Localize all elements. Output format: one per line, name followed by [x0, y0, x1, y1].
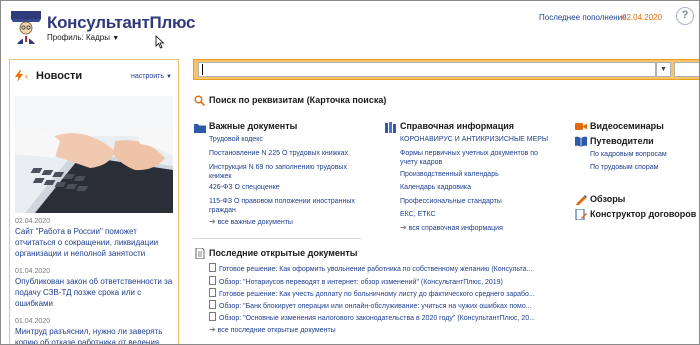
recent-doc-label: Обзор: "Нотариусов переводят в интернет:…: [219, 279, 503, 286]
news-title: Новости: [36, 70, 83, 82]
reviews-link[interactable]: Обзоры: [590, 194, 625, 204]
guide-link[interactable]: По трудовым спорам: [590, 163, 658, 172]
reference-link[interactable]: Календарь кадровика: [400, 183, 565, 192]
document-icon: [209, 276, 216, 285]
document-icon: [209, 288, 216, 297]
news-arrow-icon: ‹: [25, 71, 28, 81]
all-recent-docs-label: все последние открытые документы: [217, 327, 336, 334]
recent-doc-label: Обзор: "Банк блокирует операции или онла…: [219, 303, 532, 310]
news-panel: ‹ Новости настроить ▼ 02.04.2020 Сайт "Р…: [9, 59, 179, 344]
all-reference-info-label: вся справочная информация: [408, 225, 503, 232]
reference-info-title[interactable]: Справочная информация: [400, 121, 514, 131]
arrow-right-icon: ➔: [400, 223, 407, 232]
reference-link[interactable]: КОРОНАВИРУС И АНТИКРИЗИСНЫЕ МЕРЫ: [400, 135, 565, 144]
news-text[interactable]: Опубликован закон об ответственности за …: [15, 276, 175, 309]
logo-title[interactable]: КонсультантПлюс: [47, 13, 195, 33]
all-reference-info-link[interactable]: ➔ вся справочная информация: [400, 223, 503, 232]
recent-docs-title[interactable]: Последние открытые документы: [209, 248, 357, 258]
video-seminars-link[interactable]: Видеосеминары: [590, 121, 664, 131]
app-window: КонсультантПлюс Профиль: Кадры ▼ Последн…: [0, 0, 700, 345]
arrow-right-icon: ➔: [209, 325, 216, 334]
recent-doc-label: Готовое решение: Как учесть доплату по б…: [219, 291, 535, 298]
contract-constructor-icon: [575, 209, 587, 220]
news-item[interactable]: 01.04.2020 Минтруд разъяснил, нужно ли з…: [15, 318, 175, 344]
quick-search-input[interactable]: [198, 62, 656, 77]
profile-selector[interactable]: Профиль: Кадры ▼: [47, 33, 119, 42]
document-icon: [195, 248, 205, 259]
news-text[interactable]: Сайт "Работа в России" поможет отчитатьс…: [15, 226, 175, 259]
reference-link[interactable]: Профессиональные стандарты: [400, 197, 565, 206]
mouse-cursor-icon: [155, 35, 165, 49]
recent-doc-label: Готовое решение: Как оформить увольнение…: [219, 266, 533, 273]
news-item[interactable]: 01.04.2020 Опубликован закон об ответств…: [15, 268, 175, 309]
news-date: 02.04.2020: [15, 218, 51, 225]
arrow-right-icon: ➔: [209, 217, 216, 226]
important-doc-link[interactable]: 426-ФЗ О спецоценке: [209, 183, 379, 192]
news-configure-label: настроить: [131, 73, 165, 80]
news-date: 01.04.2020: [15, 268, 51, 275]
requisites-search-link[interactable]: Поиск по реквизитам (Карточка поиска): [209, 95, 386, 105]
news-image[interactable]: [15, 96, 173, 213]
chevron-down-icon: ▼: [165, 74, 172, 80]
all-recent-docs-link[interactable]: ➔ все последние открытые документы: [209, 325, 336, 334]
recent-doc-item[interactable]: Обзор: "Нотариусов переводят в интернет:…: [209, 276, 503, 286]
profile-label: Профиль: Кадры: [47, 33, 110, 42]
recent-doc-item[interactable]: Обзор: "Банк блокирует операции или онла…: [209, 300, 532, 310]
header: КонсультантПлюс Профиль: Кадры ▼ Последн…: [1, 1, 699, 55]
search-button[interactable]: [674, 62, 699, 77]
guide-link[interactable]: По кадровым вопросам: [590, 150, 667, 159]
important-doc-link[interactable]: Инструкция N 69 по заполнению трудовых к…: [209, 163, 359, 181]
document-icon: [209, 263, 216, 272]
recent-doc-item[interactable]: Готовое решение: Как учесть доплату по б…: [209, 288, 535, 298]
folder-icon: [194, 124, 206, 133]
recent-doc-item[interactable]: Готовое решение: Как оформить увольнение…: [209, 263, 532, 273]
last-update-date[interactable]: 02.04.2020: [622, 13, 662, 22]
document-icon: [209, 300, 216, 309]
reviews-pen-icon: [576, 195, 587, 205]
news-item[interactable]: 02.04.2020 Сайт "Работа в России" поможе…: [15, 218, 175, 259]
chevron-down-icon: ▼: [112, 35, 120, 42]
reference-link[interactable]: ЕКС, ЕТКС: [400, 210, 565, 219]
news-text[interactable]: Минтруд разъяснил, нужно ли заверять коп…: [15, 326, 175, 344]
reference-link[interactable]: Формы первичных учетных документов по уч…: [400, 149, 550, 167]
divider: [193, 238, 361, 239]
search-history-dropdown[interactable]: ▼: [656, 62, 671, 77]
reference-book-icon: [385, 122, 396, 133]
important-docs-title[interactable]: Важные документы: [209, 121, 297, 131]
contract-constructor-link[interactable]: Конструктор договоров: [590, 209, 696, 219]
guide-book-icon: [575, 136, 587, 147]
news-date: 01.04.2020: [15, 318, 51, 325]
news-configure-link[interactable]: настроить ▼: [131, 73, 172, 80]
recent-doc-item[interactable]: Обзор: "Основные изменения налогового за…: [209, 312, 535, 322]
text-cursor: [202, 64, 203, 75]
reference-link[interactable]: Производственный календарь: [400, 170, 565, 179]
all-important-docs-label: все важные документы: [217, 219, 293, 226]
search-icon: [194, 95, 205, 106]
important-doc-link[interactable]: Трудовой кодекс: [209, 135, 379, 144]
logo-icon[interactable]: [9, 8, 43, 46]
guides-title[interactable]: Путеводители: [590, 136, 654, 146]
important-doc-link[interactable]: 115-ФЗ О правовом положении иностранных …: [209, 197, 361, 215]
recent-doc-label: Обзор: "Основные изменения налогового за…: [219, 315, 535, 322]
important-doc-link[interactable]: Постановление N 225 О трудовых книжках: [209, 149, 379, 158]
lightning-icon: [15, 70, 23, 82]
last-update-link[interactable]: Последнее пополнение: [539, 13, 627, 22]
all-important-docs-link[interactable]: ➔ все важные документы: [209, 217, 293, 226]
document-icon: [209, 312, 216, 321]
help-icon[interactable]: ?: [676, 7, 694, 25]
video-camera-icon: [575, 123, 587, 130]
